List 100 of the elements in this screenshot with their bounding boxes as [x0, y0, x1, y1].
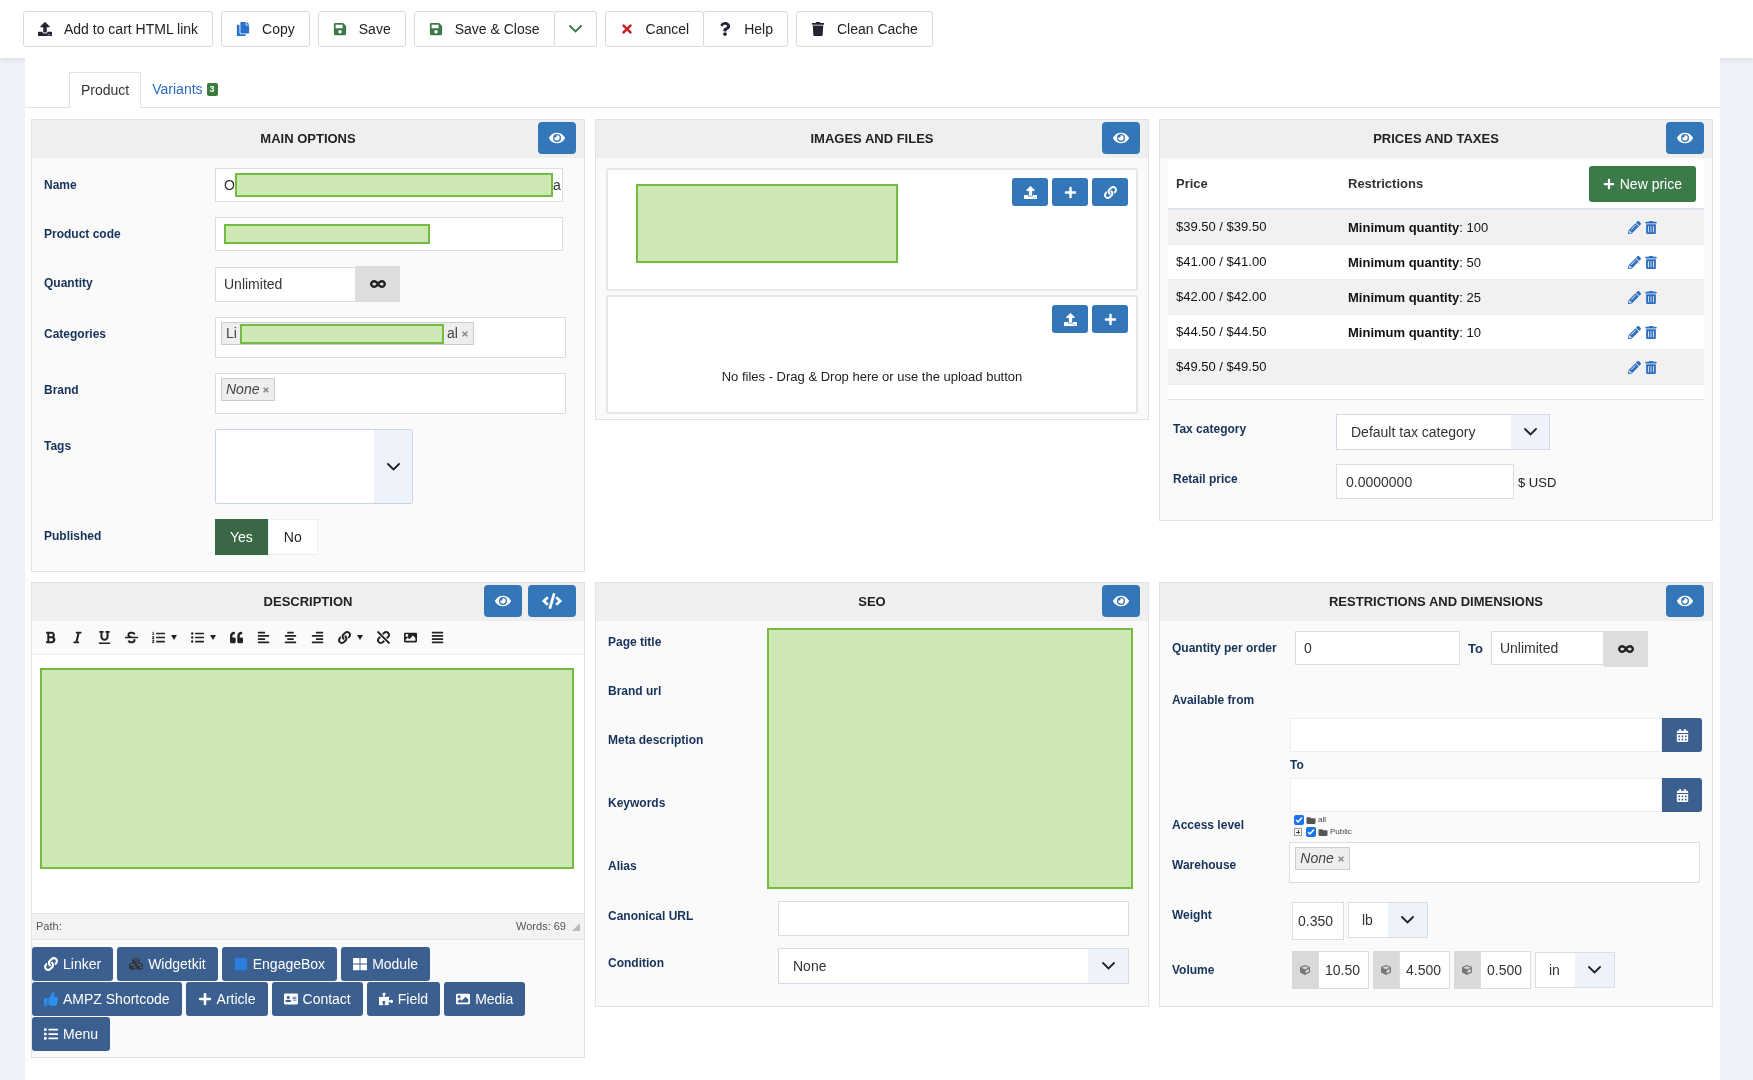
toolbar-button[interactable]: Save & Close [413, 11, 555, 47]
delete-button[interactable] [1645, 325, 1657, 339]
dropdown-toggle-button[interactable] [554, 11, 597, 47]
toolbar-button[interactable]: Clean Cache [795, 11, 933, 47]
date-field[interactable] [1290, 718, 1662, 752]
toggle-visibility-button[interactable] [1666, 122, 1704, 154]
delete-button[interactable] [1645, 255, 1657, 269]
eye-icon [1113, 130, 1129, 146]
editor-extension-button[interactable]: Menu [32, 1017, 111, 1051]
trash-icon [810, 22, 825, 36]
brand-field[interactable]: None [215, 373, 566, 414]
min-quantity-field[interactable]: 0 [1295, 631, 1460, 665]
price-cell-text: $44.50 / $44.50 [1176, 323, 1268, 342]
upload-button[interactable] [1052, 305, 1088, 333]
volume-unit-select[interactable]: in [1535, 952, 1615, 988]
bold-icon [44, 631, 57, 644]
toggle-visibility-button[interactable] [1102, 122, 1140, 154]
editor-extension-button[interactable]: Media [444, 982, 526, 1016]
toggle-visibility-button[interactable] [1666, 585, 1704, 617]
editor-extension-button[interactable]: Module [341, 947, 431, 981]
edit-button[interactable] [1628, 325, 1641, 339]
field-label: Page title [608, 635, 662, 649]
code-icon [542, 591, 562, 611]
editor-tool-button[interactable] [44, 631, 57, 644]
checkbox[interactable] [1306, 827, 1316, 837]
condition-select[interactable]: None [778, 948, 1129, 984]
name-field[interactable]: O a [215, 168, 563, 202]
code-view-button[interactable] [528, 585, 576, 617]
editor-tool-button[interactable] [311, 631, 324, 644]
toggle-option[interactable]: Yes [215, 519, 268, 555]
editor-tool-button[interactable] [191, 631, 216, 644]
edit-button[interactable] [1628, 360, 1641, 374]
editor-extension-button[interactable]: AMPZ Shortcode [32, 982, 182, 1016]
toolbar-button[interactable]: Cancel [604, 11, 705, 47]
add-button[interactable] [1052, 178, 1088, 206]
editor-tool-button[interactable] [404, 631, 417, 644]
editor-tool-button[interactable] [98, 631, 111, 644]
weight-unit-select[interactable]: lb [1348, 902, 1428, 938]
unlimited-button[interactable] [356, 266, 400, 302]
delete-button[interactable] [1645, 290, 1657, 304]
delete-button[interactable] [1645, 220, 1657, 234]
editor-tool-button[interactable] [431, 631, 444, 644]
editor-extension-button[interactable]: Field [366, 982, 441, 1016]
editor-tool-button[interactable] [125, 631, 138, 644]
delete-button[interactable] [1645, 360, 1657, 374]
toggle-option[interactable]: No [267, 519, 318, 555]
field-label: Quantity per order [1172, 640, 1278, 657]
images-dropzone[interactable] [606, 168, 1138, 291]
expand-icon[interactable] [1294, 828, 1302, 836]
retail-price-field[interactable]: 0.0000000 [1336, 464, 1514, 499]
toolbar-button[interactable]: Save [317, 11, 406, 47]
edit-button[interactable] [1628, 220, 1641, 234]
editor-tool-button[interactable] [284, 631, 297, 644]
editor-tool-button[interactable] [257, 631, 270, 644]
dropdown-caret-icon [210, 635, 216, 640]
resize-handle-icon[interactable] [572, 922, 580, 931]
editor-tool-button[interactable] [338, 631, 363, 644]
upload-button[interactable] [1012, 178, 1048, 206]
dimension-field[interactable]: 0.500 [1480, 951, 1531, 989]
dimension-field[interactable]: 4.500 [1399, 951, 1450, 989]
categories-field[interactable]: Li al [215, 317, 566, 358]
add-button[interactable] [1092, 305, 1128, 333]
toolbar-button[interactable]: Help [703, 11, 788, 47]
dimension-field[interactable]: 10.50 [1318, 951, 1369, 989]
edit-button[interactable] [1628, 290, 1641, 304]
files-dropzone[interactable]: No files - Drag & Drop here or use the upload button [606, 295, 1138, 414]
toggle-visibility-button[interactable] [1102, 585, 1140, 617]
date-field[interactable] [1290, 778, 1662, 812]
toggle-visibility-button[interactable] [484, 585, 522, 617]
editor-extension-button[interactable]: Widgetkit [117, 947, 218, 981]
plus-icon [197, 992, 212, 1006]
quote-icon [230, 631, 243, 644]
new-price-button[interactable]: New price [1588, 166, 1696, 202]
editor-tool-button[interactable] [152, 631, 177, 644]
tab[interactable]: Product [69, 72, 142, 108]
max-quantity-field[interactable]: Unlimited [1490, 631, 1604, 665]
editor-extension-button[interactable]: Contact [271, 982, 363, 1016]
tab[interactable]: Variants 3 [141, 71, 229, 107]
editor-extension-button[interactable]: Article [185, 982, 268, 1016]
editor-tool-button[interactable] [377, 631, 390, 644]
calendar-button[interactable] [1662, 778, 1702, 812]
tax-category-select[interactable]: Default tax category [1336, 414, 1550, 450]
toggle-visibility-button[interactable] [538, 122, 576, 154]
link-button[interactable] [1092, 178, 1128, 206]
calendar-icon [1675, 728, 1689, 742]
quantity-field[interactable]: Unlimited [215, 266, 356, 302]
unlimited-button[interactable] [1603, 631, 1648, 667]
edit-button[interactable] [1628, 255, 1641, 269]
checkbox[interactable] [1294, 815, 1304, 825]
editor-extension-button[interactable]: Linker [32, 947, 114, 981]
toolbar-button[interactable]: Copy [221, 11, 310, 47]
warehouse-field[interactable]: None [1289, 842, 1700, 883]
weight-field[interactable]: 0.350 [1292, 902, 1344, 940]
editor-tool-button[interactable] [230, 631, 243, 644]
toolbar-button[interactable]: Add to cart HTML link [23, 11, 214, 47]
canonical-url-field[interactable] [778, 901, 1129, 936]
editor-tool-button[interactable] [71, 631, 84, 644]
product-code-field[interactable] [215, 217, 563, 251]
calendar-button[interactable] [1662, 718, 1702, 752]
editor-extension-button[interactable]: EngageBox [221, 947, 338, 981]
